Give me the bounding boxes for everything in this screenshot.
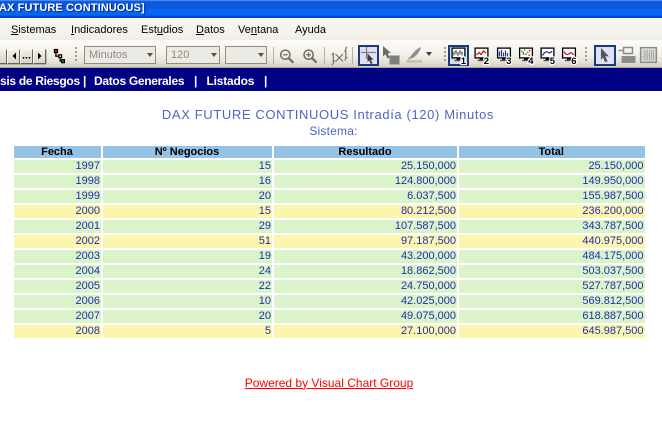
svg-text:1: 1 <box>461 56 467 67</box>
svg-text:6: 6 <box>571 56 576 67</box>
svg-text:5: 5 <box>550 56 556 67</box>
svg-text:4: 4 <box>528 56 534 67</box>
svg-text:2: 2 <box>484 56 489 67</box>
svg-text:3: 3 <box>506 56 511 67</box>
